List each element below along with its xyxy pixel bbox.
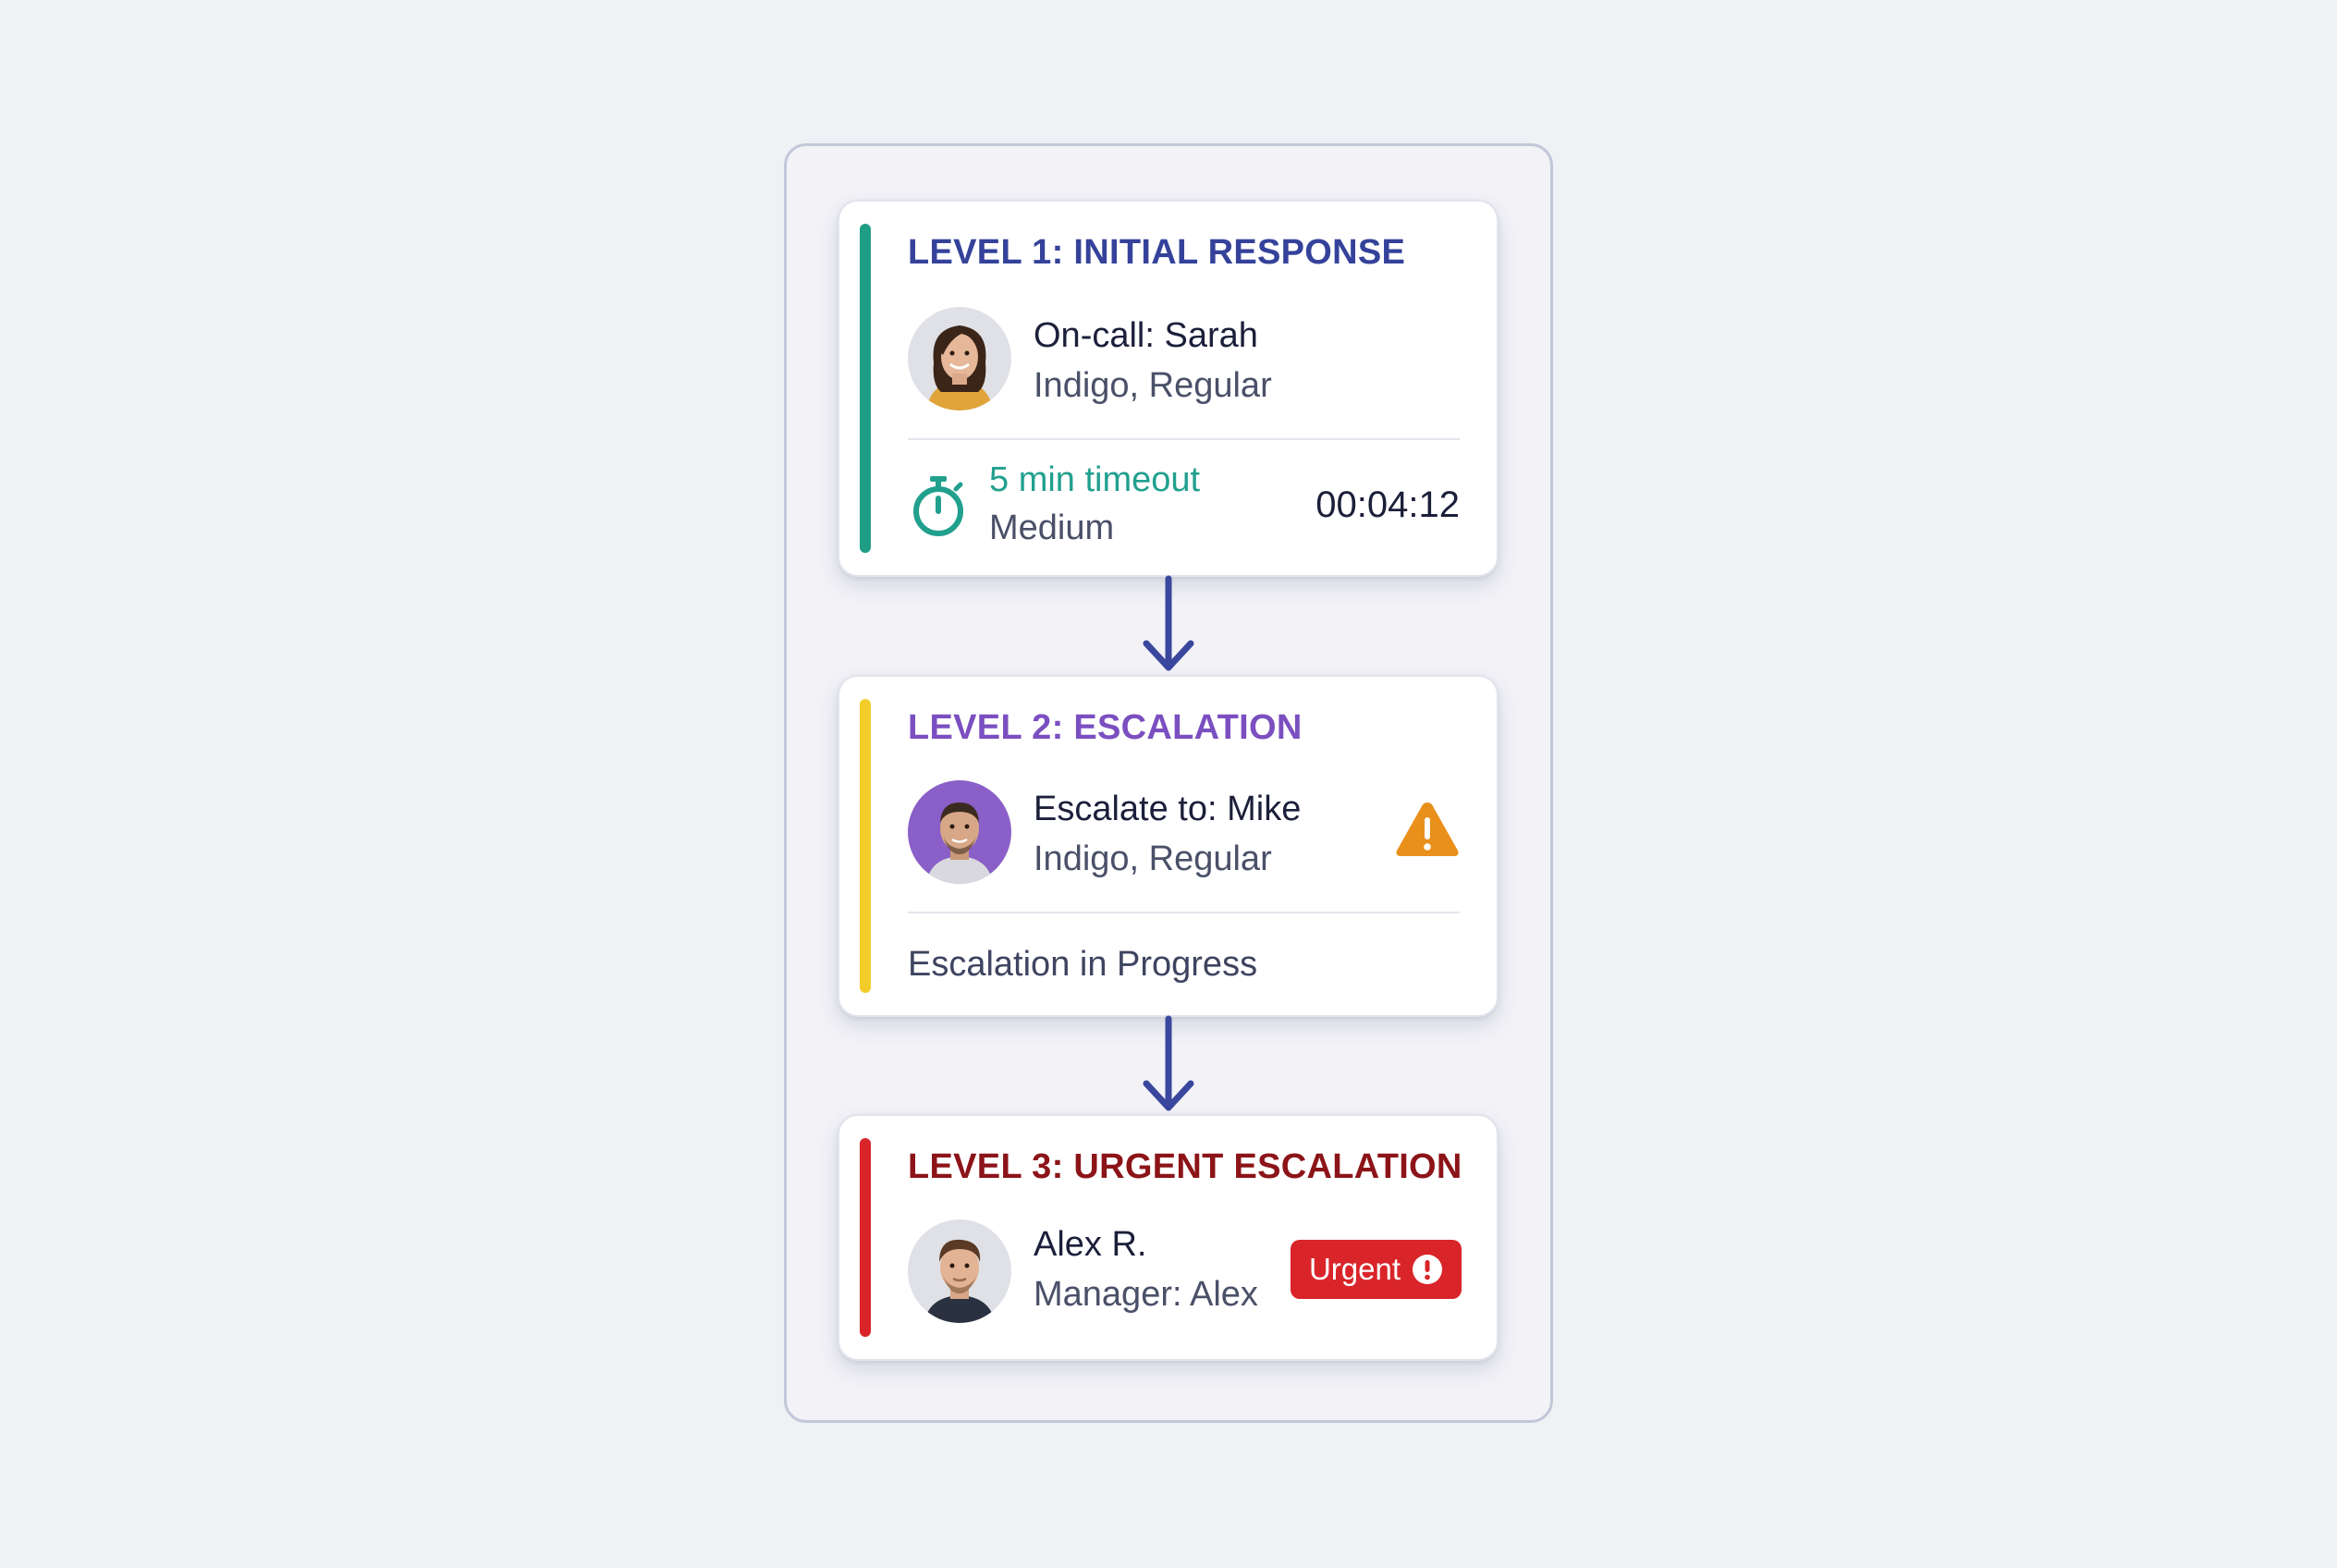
warning-triangle-icon[interactable]: [1394, 799, 1461, 860]
level-2-card[interactable]: LEVEL 2: ESCALATION Escalate to: Mike In…: [838, 675, 1499, 1017]
level-1-card[interactable]: LEVEL 1: INITIAL RESPONSE On-call: Sarah…: [838, 200, 1499, 577]
exclamation-circle-icon: [1412, 1254, 1443, 1285]
arrow-down-icon: [1141, 1015, 1196, 1115]
level-3-card[interactable]: LEVEL 3: URGENT ESCALATION Alex R. Manag…: [838, 1114, 1499, 1361]
level-2-person-name: Escalate to: Mike: [1034, 790, 1302, 828]
countdown-timer: 00:04:12: [1315, 484, 1460, 525]
level-2-person-sub: Indigo, Regular: [1034, 839, 1272, 878]
level-3-title: LEVEL 3: URGENT ESCALATION: [908, 1147, 1462, 1186]
alex-avatar[interactable]: [908, 1219, 1011, 1323]
level-1-person-sub: Indigo, Regular: [1034, 366, 1272, 405]
level-1-title: LEVEL 1: INITIAL RESPONSE: [908, 233, 1406, 272]
urgent-badge[interactable]: Urgent: [1291, 1240, 1462, 1299]
level-3-person-sub: Manager: Alex: [1034, 1275, 1258, 1314]
level-2-divider: [908, 912, 1460, 913]
level-1-accent-bar: [860, 224, 871, 553]
timeout-label: 5 min timeout: [989, 460, 1201, 499]
mike-avatar[interactable]: [908, 780, 1011, 884]
priority-label: Medium: [989, 508, 1115, 547]
escalation-page: { "levels": [ { "title": "LEVEL 1: INITI…: [0, 0, 2337, 1568]
level-3-accent-bar: [860, 1138, 871, 1337]
level-2-accent-bar: [860, 699, 871, 993]
urgent-badge-label: Urgent: [1308, 1252, 1401, 1286]
level-3-person-name: Alex R.: [1034, 1225, 1147, 1264]
level-1-person-name: On-call: Sarah: [1034, 316, 1258, 355]
level-2-title: LEVEL 2: ESCALATION: [908, 708, 1303, 747]
stopwatch-icon: [910, 474, 967, 539]
escalation-status: Escalation in Progress: [908, 945, 1258, 984]
level-1-divider: [908, 438, 1460, 440]
arrow-down-icon: [1141, 575, 1196, 675]
sarah-avatar[interactable]: [908, 307, 1011, 410]
